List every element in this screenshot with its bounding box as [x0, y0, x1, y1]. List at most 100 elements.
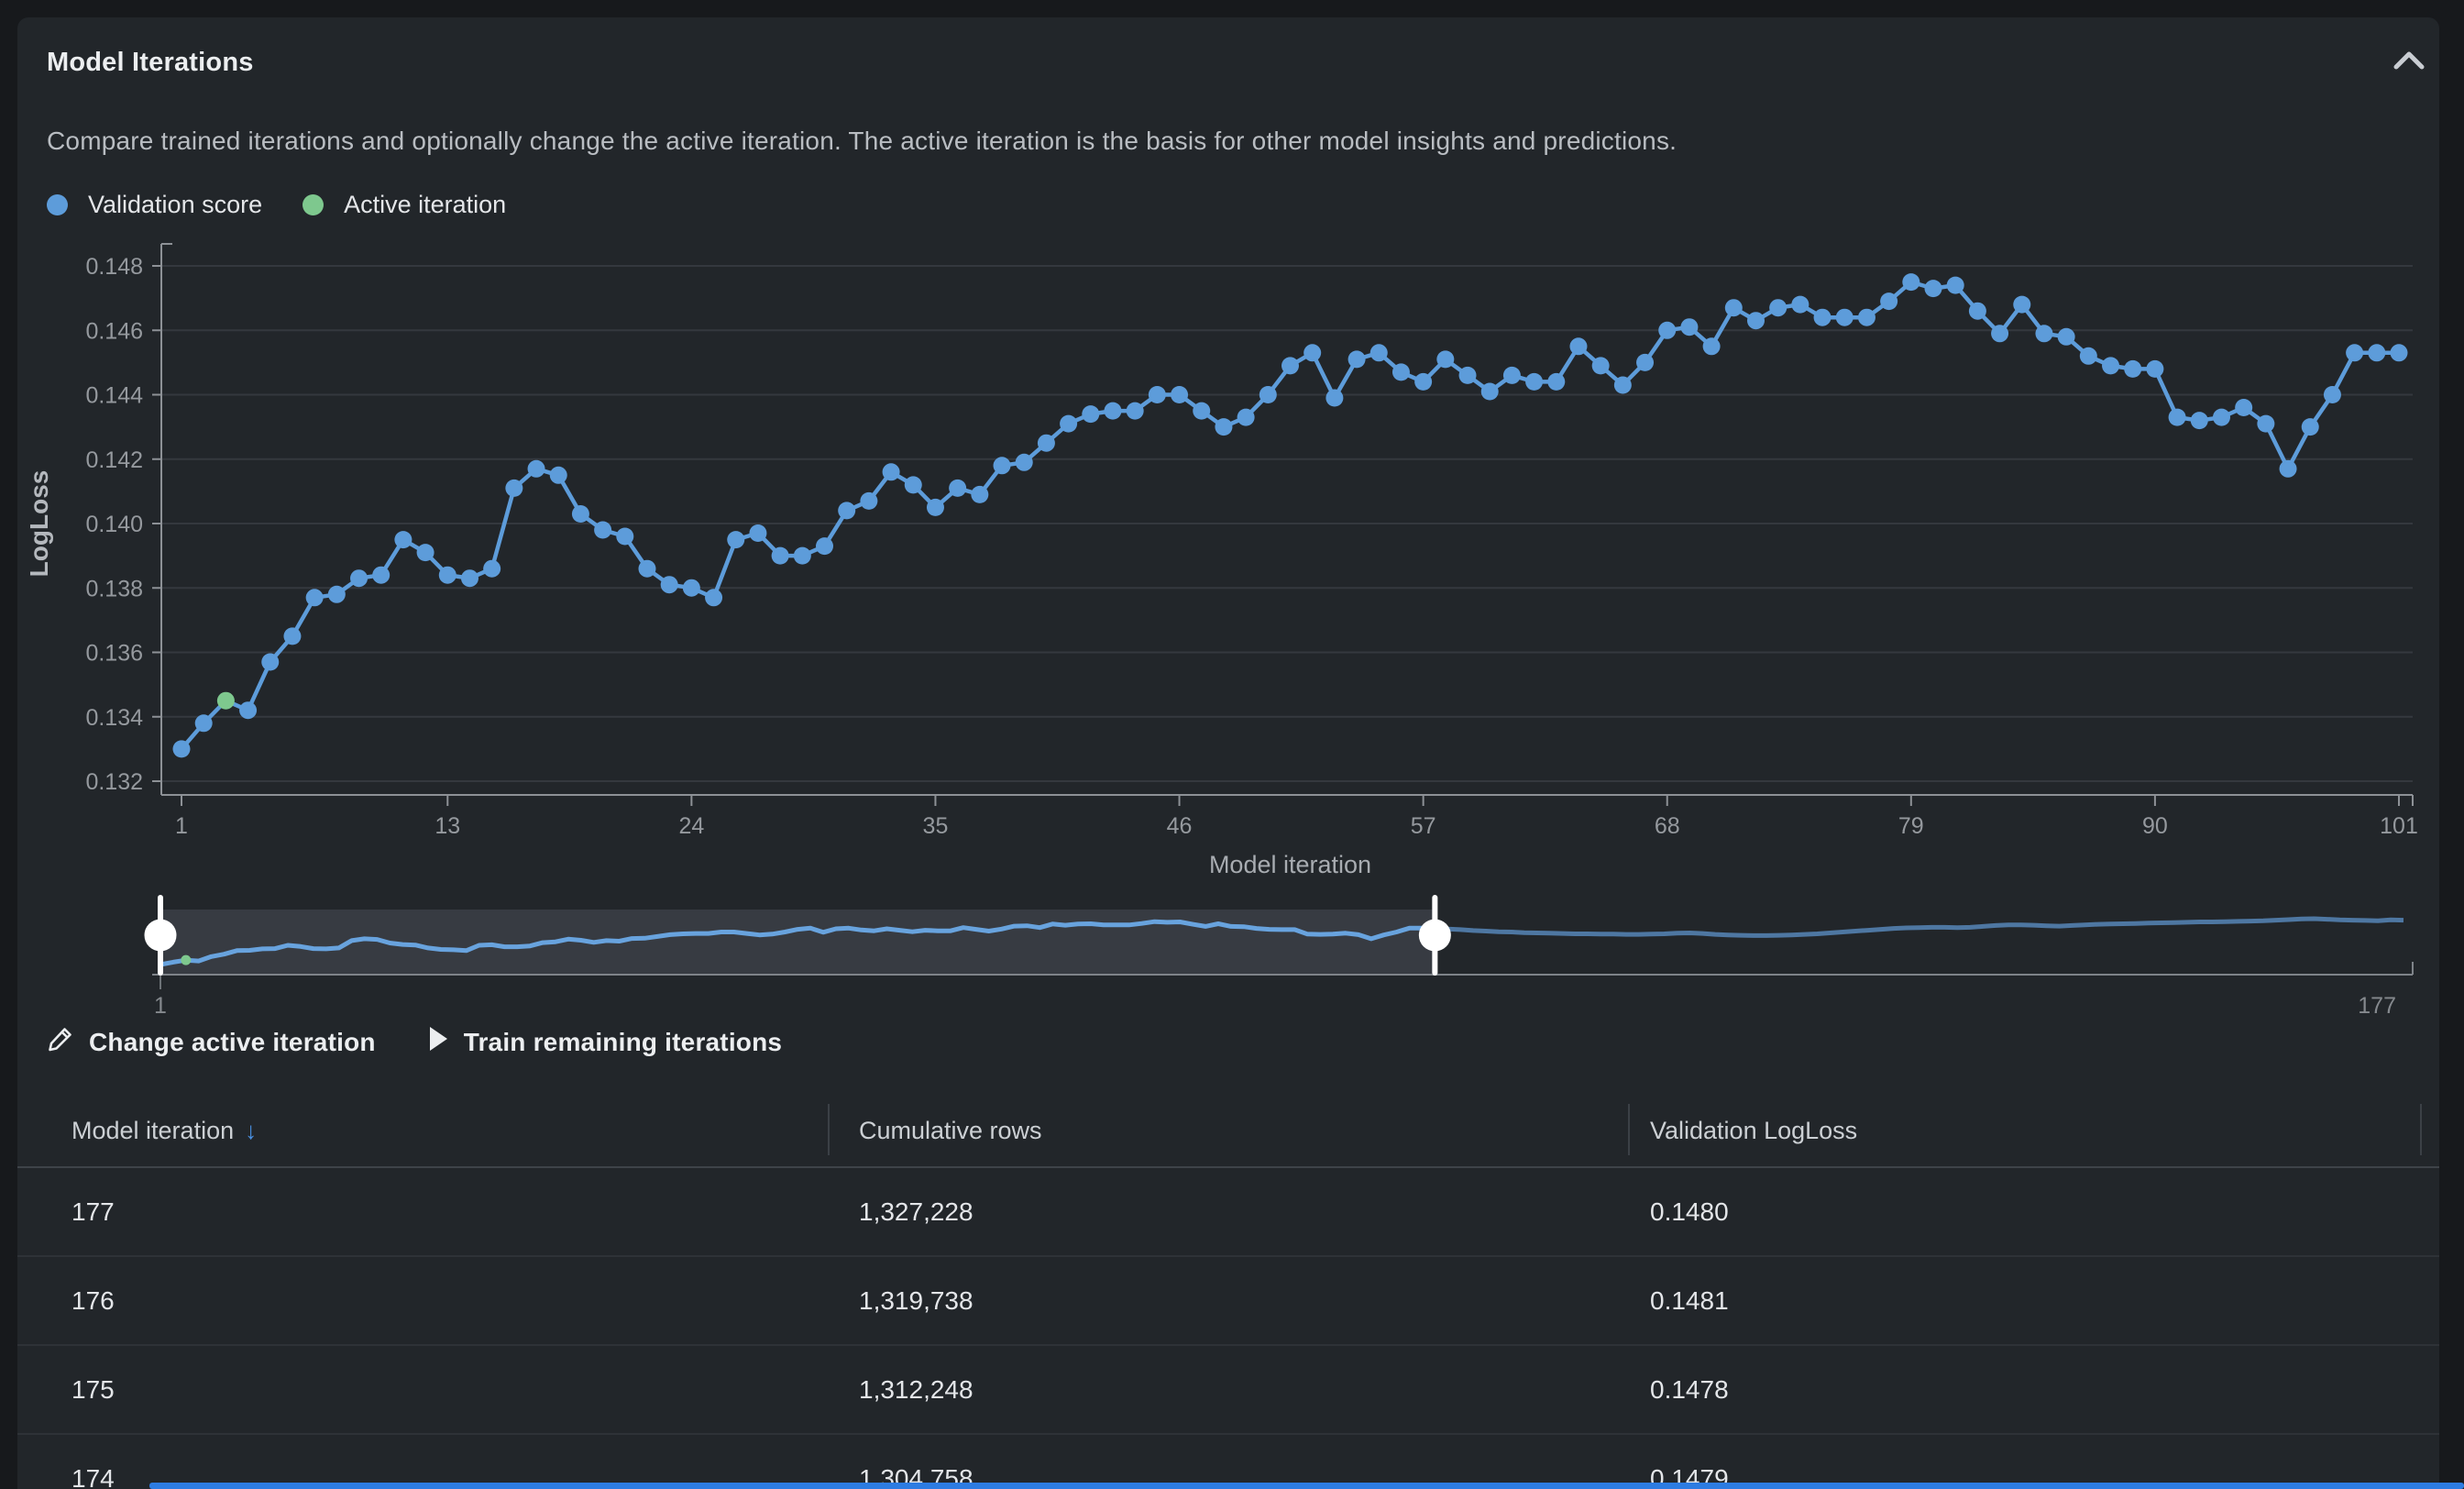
data-point[interactable]: [1902, 273, 1920, 291]
data-point[interactable]: [439, 567, 456, 584]
data-point[interactable]: [2324, 386, 2341, 403]
data-point[interactable]: [1925, 280, 1942, 297]
data-point[interactable]: [1592, 357, 1610, 374]
data-point[interactable]: [1436, 350, 1454, 368]
data-point[interactable]: [594, 522, 611, 539]
column-header-cumulative-rows[interactable]: Cumulative rows: [859, 1117, 1042, 1145]
data-point[interactable]: [705, 589, 722, 606]
data-point[interactable]: [727, 531, 744, 548]
data-point[interactable]: [1127, 403, 1144, 420]
data-point[interactable]: [838, 502, 855, 519]
data-point[interactable]: [1082, 405, 1099, 423]
data-point[interactable]: [1569, 337, 1587, 355]
data-point[interactable]: [417, 544, 434, 561]
data-point[interactable]: [1060, 415, 1077, 433]
data-point[interactable]: [2235, 399, 2252, 416]
data-point[interactable]: [572, 505, 589, 523]
data-point[interactable]: [638, 560, 655, 578]
data-point[interactable]: [1680, 318, 1698, 336]
data-point[interactable]: [461, 569, 478, 587]
data-point[interactable]: [483, 560, 500, 578]
table-row[interactable]: 1741,304,7580.1479: [17, 1435, 2439, 1489]
data-point[interactable]: [1547, 373, 1565, 391]
data-point[interactable]: [528, 460, 545, 478]
data-point[interactable]: [2035, 325, 2052, 342]
data-point[interactable]: [1104, 403, 1121, 420]
data-point[interactable]: [2058, 328, 2075, 346]
data-point[interactable]: [1038, 435, 1055, 452]
data-point[interactable]: [1814, 309, 1832, 326]
data-point[interactable]: [283, 627, 301, 645]
data-point[interactable]: [394, 531, 412, 548]
data-point[interactable]: [261, 654, 279, 671]
data-point[interactable]: [2257, 415, 2274, 433]
data-point[interactable]: [1525, 373, 1543, 391]
data-point[interactable]: [749, 524, 766, 542]
data-point[interactable]: [1791, 296, 1809, 314]
data-point[interactable]: [2080, 347, 2097, 365]
data-point[interactable]: [2013, 296, 2030, 314]
horizontal-scrollbar[interactable]: [149, 1483, 2464, 1489]
data-point[interactable]: [1459, 367, 1477, 384]
data-point[interactable]: [1370, 344, 1388, 361]
data-point[interactable]: [1238, 409, 1255, 426]
data-point[interactable]: [949, 480, 966, 497]
data-point[interactable]: [2280, 460, 2297, 478]
data-point[interactable]: [683, 579, 700, 597]
active-data-point[interactable]: [217, 692, 235, 710]
data-point[interactable]: [195, 714, 213, 732]
data-point[interactable]: [816, 537, 833, 555]
data-point[interactable]: [1769, 299, 1787, 316]
data-point[interactable]: [1260, 386, 1277, 403]
data-point[interactable]: [2102, 357, 2119, 374]
data-point[interactable]: [1836, 309, 1854, 326]
data-point[interactable]: [1636, 354, 1654, 371]
data-point[interactable]: [1614, 377, 1632, 394]
data-point[interactable]: [2169, 409, 2186, 426]
data-point[interactable]: [2391, 344, 2408, 361]
data-point[interactable]: [1016, 454, 1033, 471]
data-point[interactable]: [2191, 412, 2208, 429]
data-point[interactable]: [1858, 309, 1876, 326]
column-header-validation-logloss[interactable]: Validation LogLoss: [1650, 1117, 1857, 1145]
table-row[interactable]: 1751,312,2480.1478: [17, 1346, 2439, 1435]
data-point[interactable]: [1481, 383, 1499, 401]
data-point[interactable]: [306, 589, 324, 606]
data-point[interactable]: [1193, 403, 1210, 420]
column-header-model-iteration[interactable]: Model iteration↓: [72, 1117, 257, 1145]
data-point[interactable]: [1171, 386, 1188, 403]
train-remaining-iterations-button[interactable]: Train remaining iterations: [427, 1025, 783, 1059]
data-point[interactable]: [2368, 344, 2385, 361]
data-point[interactable]: [239, 701, 257, 719]
data-point[interactable]: [772, 547, 789, 565]
data-point[interactable]: [2146, 360, 2163, 378]
data-point[interactable]: [994, 457, 1011, 474]
data-point[interactable]: [1392, 363, 1410, 381]
data-point[interactable]: [1149, 386, 1166, 403]
data-point[interactable]: [328, 586, 346, 603]
data-point[interactable]: [927, 499, 944, 516]
data-point[interactable]: [1947, 277, 1964, 294]
data-point[interactable]: [1282, 357, 1299, 374]
data-point[interactable]: [1503, 367, 1521, 384]
data-point[interactable]: [2346, 344, 2363, 361]
data-point[interactable]: [1414, 373, 1432, 391]
data-point[interactable]: [661, 576, 678, 593]
data-point[interactable]: [2124, 360, 2141, 378]
data-point[interactable]: [971, 486, 988, 503]
data-point[interactable]: [860, 492, 877, 510]
data-point[interactable]: [1215, 418, 1232, 436]
data-point[interactable]: [550, 467, 567, 484]
data-point[interactable]: [2213, 409, 2230, 426]
data-point[interactable]: [1658, 322, 1676, 339]
data-point[interactable]: [173, 740, 191, 757]
data-point[interactable]: [1991, 325, 2008, 342]
data-point[interactable]: [1969, 303, 1986, 320]
data-point[interactable]: [905, 476, 922, 493]
table-row[interactable]: 1761,319,7380.1481: [17, 1257, 2439, 1346]
data-point[interactable]: [350, 569, 368, 587]
data-point[interactable]: [1304, 344, 1321, 361]
data-point[interactable]: [2302, 418, 2319, 436]
data-point[interactable]: [505, 480, 522, 497]
data-point[interactable]: [1725, 299, 1743, 316]
